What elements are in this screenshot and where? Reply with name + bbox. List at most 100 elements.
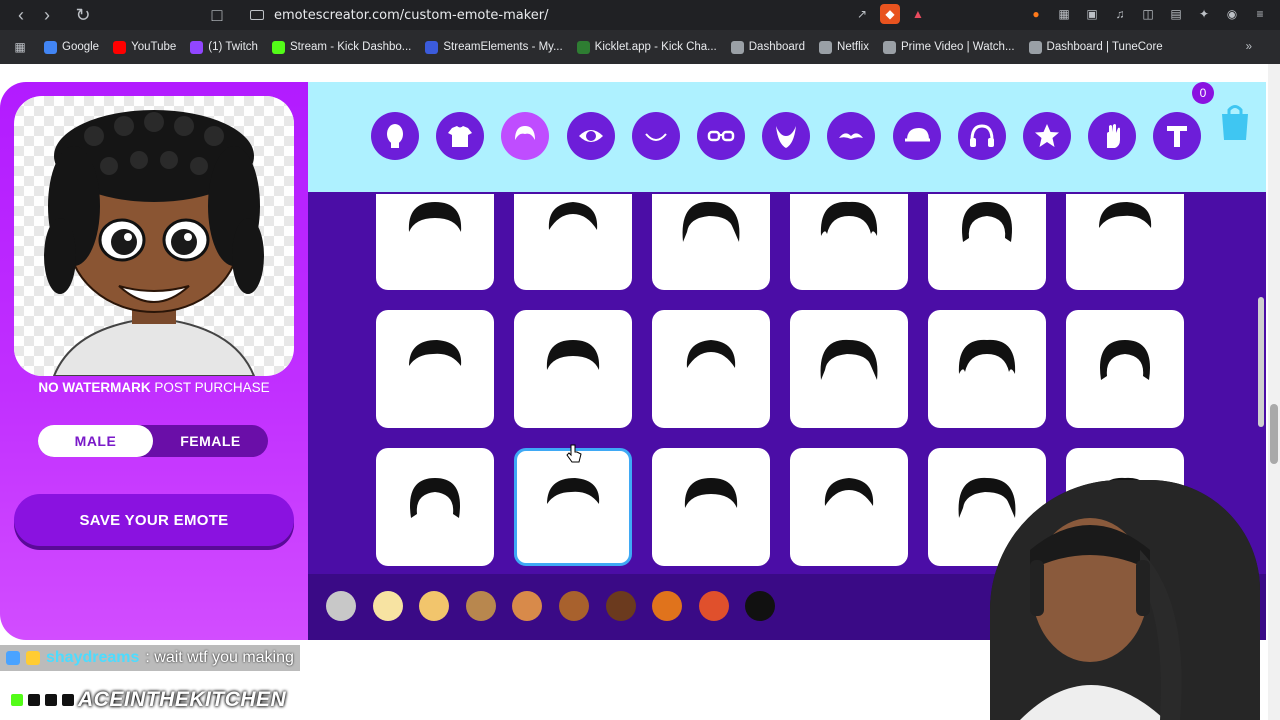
screenshot-icon[interactable]: ▣: [1082, 4, 1102, 24]
address-bar[interactable]: emotescreator.com/custom-emote-maker/: [250, 3, 940, 27]
hair-color-swatch[interactable]: [605, 591, 636, 621]
hair-color-swatch[interactable]: [419, 591, 450, 621]
category-mustache-button[interactable]: [827, 112, 876, 160]
wallet-icon[interactable]: ▤: [1166, 4, 1186, 24]
reload-icon[interactable]: ↻: [70, 2, 96, 28]
webcam-overlay: [990, 480, 1260, 720]
bookmark-item[interactable]: StreamElements - My...: [425, 40, 563, 54]
hair-style-icon: [547, 478, 600, 504]
menu-icon[interactable]: ≡: [1250, 4, 1270, 24]
vpn-icon[interactable]: ◉: [1222, 4, 1242, 24]
mouth-icon: [645, 133, 667, 141]
category-cap-button[interactable]: [892, 112, 941, 160]
hair-style-tile[interactable]: [928, 194, 1046, 290]
bookmark-item[interactable]: (1) Twitch: [190, 40, 258, 54]
hair-color-swatch[interactable]: [512, 591, 543, 621]
category-shirt-button[interactable]: [436, 112, 485, 160]
category-star-button[interactable]: [1023, 112, 1071, 160]
bookmark-item[interactable]: Kicklet.app - Kick Cha...: [576, 40, 717, 54]
category-bar: 0: [308, 82, 1266, 192]
hair-style-icon: [824, 478, 874, 506]
category-text-button[interactable]: [1153, 112, 1202, 160]
hair-style-tile[interactable]: [514, 194, 632, 290]
brave-rewards-icon[interactable]: ▲: [908, 4, 928, 24]
more-bookmarks-icon[interactable]: »: [1246, 41, 1252, 53]
hair-color-swatch[interactable]: [372, 591, 403, 621]
bookmark-label: Stream - Kick Dashbo...: [289, 41, 412, 53]
page-scrollbar-thumb[interactable]: [1270, 404, 1278, 464]
hair-style-tile[interactable]: [376, 448, 494, 566]
hair-style-tile[interactable]: [790, 310, 908, 428]
category-head-button[interactable]: [371, 112, 419, 160]
cart-icon[interactable]: [1218, 102, 1252, 142]
glasses-icon: [707, 130, 735, 142]
media-icon[interactable]: ♫: [1110, 4, 1130, 24]
male-button[interactable]: MALE: [38, 425, 153, 457]
save-emote-button[interactable]: SAVE YOUR EMOTE: [14, 494, 294, 546]
share-icon[interactable]: ↗: [852, 4, 872, 24]
grid-scrollbar[interactable]: [1258, 297, 1264, 427]
streamer-webcam-image: [990, 480, 1260, 720]
head-icon: [387, 124, 403, 148]
page-scrollbar-track[interactable]: [1268, 64, 1280, 720]
hair-color-swatch[interactable]: [465, 591, 496, 621]
category-eye-button[interactable]: [566, 112, 615, 160]
avatar-preview-image: [44, 110, 264, 376]
hair-color-swatch[interactable]: [745, 591, 776, 621]
sidebar-icon[interactable]: ◫: [1138, 4, 1158, 24]
site-info-icon[interactable]: [250, 10, 264, 20]
text-icon: [1167, 126, 1188, 147]
bookmark-item[interactable]: YouTube: [113, 40, 176, 54]
category-hand-button[interactable]: [1088, 112, 1137, 160]
streamer-name: ACEINTHEKITCHEN: [78, 688, 287, 711]
hair-color-swatch[interactable]: [652, 591, 683, 621]
bookmark-item[interactable]: Netflix: [819, 40, 869, 54]
bookmark-label: Dashboard | TuneCore: [1046, 41, 1163, 53]
hair-style-tile[interactable]: [652, 310, 770, 428]
hair-color-swatch[interactable]: [326, 591, 356, 621]
bookmark-favicon-icon: [576, 40, 590, 54]
hair-color-swatch[interactable]: [698, 591, 729, 621]
category-beard-button[interactable]: [762, 112, 811, 160]
hair-style-icon: [408, 202, 462, 232]
category-glasses-button[interactable]: [697, 112, 745, 160]
bookmark-item[interactable]: Dashboard | TuneCore: [1028, 40, 1163, 54]
bookmark-item[interactable]: Prime Video | Watch...: [882, 40, 1015, 54]
leo-icon[interactable]: ✦: [1194, 4, 1214, 24]
extension-fox-icon[interactable]: ●: [1026, 4, 1046, 24]
eye-icon: [578, 130, 603, 142]
forward-icon[interactable]: ›: [34, 2, 60, 28]
star-icon: [1035, 124, 1059, 147]
category-headphones-button[interactable]: [957, 112, 1006, 160]
female-button[interactable]: FEMALE: [153, 425, 268, 457]
hair-style-tile[interactable]: [652, 194, 770, 290]
hair-style-tile[interactable]: [376, 310, 494, 428]
hair-style-tile[interactable]: [514, 448, 632, 566]
bookmark-label: StreamElements - My...: [443, 41, 563, 53]
hair-style-tile[interactable]: [790, 194, 908, 290]
tiktok-icon: [61, 693, 75, 707]
category-mouth-button[interactable]: [631, 112, 680, 160]
apps-icon[interactable]: ▦: [10, 37, 30, 57]
hair-style-icon: [962, 202, 1012, 242]
hair-style-tile[interactable]: [790, 448, 908, 566]
hair-style-tile[interactable]: [1066, 194, 1184, 290]
bookmark-item[interactable]: Dashboard: [730, 40, 805, 54]
hair-style-tile[interactable]: [928, 310, 1046, 428]
hand-cursor-icon: [566, 444, 582, 463]
hair-style-tile[interactable]: [514, 310, 632, 428]
bookmark-item[interactable]: Stream - Kick Dashbo...: [271, 40, 412, 54]
bookmark-favicon-icon: [425, 40, 439, 54]
chat-text: : wait wtf you making: [145, 649, 294, 666]
hair-color-swatch[interactable]: [559, 591, 589, 621]
brave-shield-icon[interactable]: ◆: [880, 4, 900, 24]
emote-preview-panel: NO WATERMARK POST PURCHASE MALE FEMALE S…: [0, 82, 308, 640]
hair-style-tile[interactable]: [1066, 310, 1184, 428]
back-icon[interactable]: ‹: [8, 2, 34, 28]
hair-style-tile[interactable]: [376, 194, 494, 290]
bookmark-icon[interactable]: □: [204, 2, 230, 28]
category-hair-button[interactable]: [501, 112, 550, 160]
hair-style-tile[interactable]: [652, 448, 770, 566]
bookmark-item[interactable]: Google: [44, 40, 99, 54]
extensions-icon[interactable]: ▦: [1054, 4, 1074, 24]
